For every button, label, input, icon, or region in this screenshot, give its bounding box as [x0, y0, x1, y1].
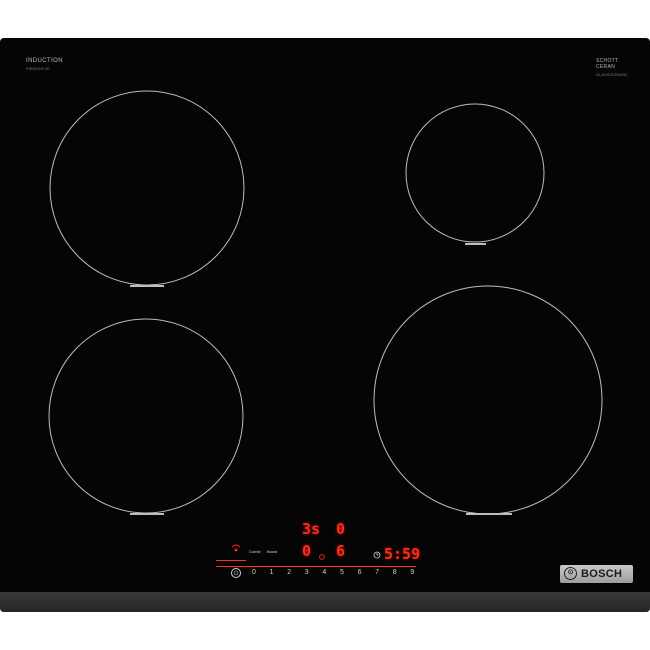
- slider-level[interactable]: 2: [287, 569, 305, 577]
- slider-level[interactable]: 6: [358, 569, 376, 577]
- top-right-display: 0: [336, 520, 346, 538]
- zone-select-icon: [319, 554, 325, 560]
- boost-label[interactable]: Boost: [267, 550, 277, 554]
- power-level-slider[interactable]: 0 1 2 3 4 5 6 7 8 9: [252, 569, 428, 577]
- clock-icon: [373, 551, 381, 559]
- zone-back-right-ring: [373, 285, 603, 515]
- slider-level[interactable]: 3: [305, 569, 323, 577]
- zone-back-left-ring: [48, 318, 244, 514]
- zone-front-left-ring: [49, 90, 245, 286]
- touch-slider-track[interactable]: [216, 566, 416, 567]
- combi-label[interactable]: Combi: [249, 550, 261, 554]
- timer-top-display: 3s: [302, 520, 321, 538]
- slider-level[interactable]: 5: [340, 569, 358, 577]
- wifi-icon: [231, 544, 241, 552]
- power-left-display: 0: [302, 542, 312, 560]
- cooking-zones: [48, 90, 603, 560]
- bosch-logo-icon: ⊙: [564, 567, 577, 580]
- status-indicator-line: [216, 560, 246, 561]
- power-button[interactable]: ⏻: [231, 568, 241, 578]
- slider-level[interactable]: 4: [322, 569, 340, 577]
- slider-level[interactable]: 8: [393, 569, 411, 577]
- zone-front-right-ring: [405, 103, 545, 243]
- slider-level[interactable]: 9: [410, 569, 428, 577]
- bosch-badge: ⊙ BOSCH: [560, 565, 633, 583]
- slider-level[interactable]: 0: [252, 569, 270, 577]
- slider-level[interactable]: 1: [270, 569, 288, 577]
- timer-main-display: 5:59: [384, 545, 421, 563]
- slider-level[interactable]: 7: [375, 569, 393, 577]
- bosch-brand-name: BOSCH: [581, 568, 623, 580]
- power-right-display: 6: [336, 542, 346, 560]
